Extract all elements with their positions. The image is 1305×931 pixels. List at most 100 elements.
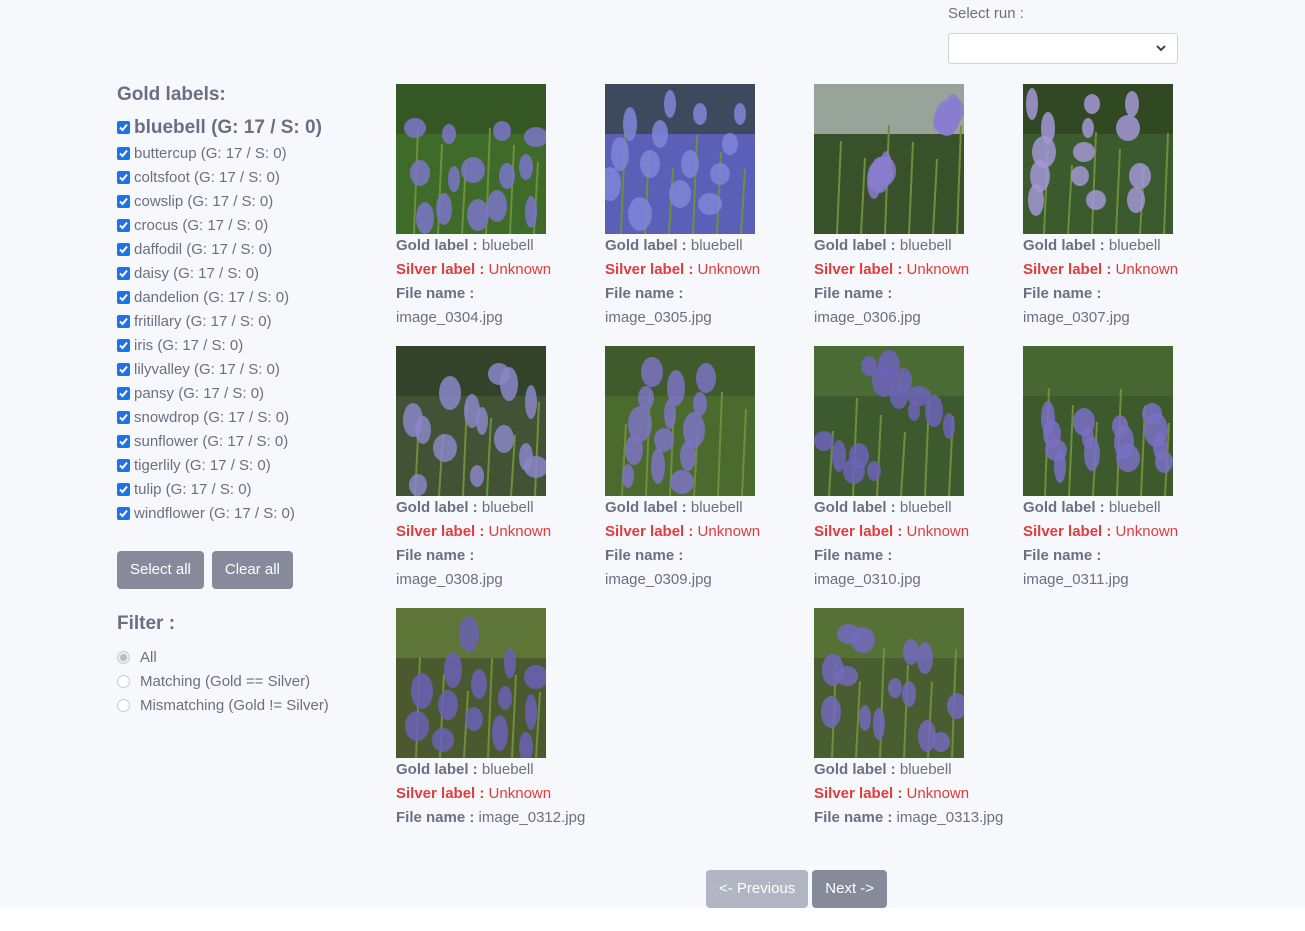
radio-button[interactable] [117,674,130,688]
file-value: image_0306.jpg [814,309,921,326]
gold-value: bluebell [899,499,952,516]
file-name-line: File name : image_0312.jpg [396,806,596,830]
image-card: Gold label : bluebell Silver label : Unk… [396,84,596,330]
card-meta: Gold label : bluebell Silver label : Unk… [1023,234,1223,330]
file-key: File name : [814,285,893,302]
label-row-coltsfoot[interactable]: coltsfoot (G: 17 / S: 0) [117,165,367,189]
label-row-sunflower[interactable]: sunflower (G: 17 / S: 0) [117,429,367,453]
filter-options: All Matching (Gold == Silver) Mismatchin… [117,645,367,717]
silver-label-line: Silver label : Unknown [396,258,596,282]
select-run-label: Select run : [948,5,1024,22]
silver-label-line: Silver label : Unknown [1023,520,1223,544]
flower-photo [396,84,546,234]
radio-button[interactable] [117,698,130,712]
gold-key: Gold label : [814,237,896,254]
checkbox[interactable] [117,338,130,352]
file-key: File name : [814,547,893,564]
label-row-snowdrop[interactable]: snowdrop (G: 17 / S: 0) [117,405,367,429]
label-text: tigerlily (G: 17 / S: 0) [134,456,271,474]
label-row-tigerlily[interactable]: tigerlily (G: 17 / S: 0) [117,453,367,477]
label-row-lilyvalley[interactable]: lilyvalley (G: 17 / S: 0) [117,357,367,381]
card-meta: Gold label : bluebell Silver label : Unk… [814,758,1014,830]
radio-label: All [140,648,157,666]
label-text: buttercup (G: 17 / S: 0) [134,144,287,162]
label-row-buttercup[interactable]: buttercup (G: 17 / S: 0) [117,141,367,165]
gold-label-list: bluebell (G: 17 / S: 0) buttercup (G: 17… [117,114,367,525]
checkbox[interactable] [117,218,130,232]
checkbox[interactable] [117,410,130,424]
flower-photo [605,346,755,496]
gold-value: bluebell [690,237,743,254]
label-row-daffodil[interactable]: daffodil (G: 17 / S: 0) [117,237,367,261]
image-card: Gold label : bluebell Silver label : Unk… [396,346,596,592]
label-row-cowslip[interactable]: cowslip (G: 17 / S: 0) [117,189,367,213]
gold-label-line: Gold label : bluebell [1023,496,1223,520]
silver-key: Silver label : [1023,523,1112,540]
radio-label: Mismatching (Gold != Silver) [140,696,329,714]
checkbox[interactable] [117,194,130,208]
checkbox[interactable] [117,242,130,256]
checkbox[interactable] [117,458,130,472]
select-all-button[interactable]: Select all [117,551,204,589]
label-text: crocus (G: 17 / S: 0) [134,216,269,234]
checkbox[interactable] [117,482,130,496]
silver-key: Silver label : [814,785,903,802]
checkbox[interactable] [117,386,130,400]
label-row-daisy[interactable]: daisy (G: 17 / S: 0) [117,261,367,285]
label-text: dandelion (G: 17 / S: 0) [134,288,290,306]
filter-mismatching[interactable]: Mismatching (Gold != Silver) [117,693,367,717]
label-row-dandelion[interactable]: dandelion (G: 17 / S: 0) [117,285,367,309]
file-value: image_0308.jpg [396,571,503,588]
filter-matching[interactable]: Matching (Gold == Silver) [117,669,367,693]
label-text: coltsfoot (G: 17 / S: 0) [134,168,280,186]
label-row-fritillary[interactable]: fritillary (G: 17 / S: 0) [117,309,367,333]
checkbox[interactable] [117,362,130,376]
file-name-line: File name : [396,282,596,306]
checkbox[interactable] [117,266,130,280]
gold-label-line: Gold label : bluebell [605,234,805,258]
checkbox[interactable] [117,314,130,328]
clear-all-button[interactable]: Clear all [211,551,293,589]
silver-key: Silver label : [396,785,485,802]
file-value: image_0311.jpg [1023,571,1129,588]
checkbox[interactable] [117,146,130,160]
gold-key: Gold label : [1023,237,1105,254]
label-text: windflower (G: 17 / S: 0) [134,504,295,522]
file-name-line: File name : [605,282,805,306]
flower-photo [814,608,964,758]
checkbox[interactable] [117,121,130,134]
label-row-iris[interactable]: iris (G: 17 / S: 0) [117,333,367,357]
label-row-windflower[interactable]: windflower (G: 17 / S: 0) [117,501,367,525]
label-text: pansy (G: 17 / S: 0) [134,384,265,402]
checkbox[interactable] [117,170,130,184]
silver-key: Silver label : [1023,261,1112,278]
label-text: lilyvalley (G: 17 / S: 0) [134,360,280,378]
label-row-tulip[interactable]: tulip (G: 17 / S: 0) [117,477,367,501]
gold-label-line: Gold label : bluebell [814,234,1014,258]
file-name-line: File name : [814,544,1014,568]
silver-value: Unknown [488,261,552,278]
flower-photo [396,346,546,496]
silver-key: Silver label : [605,261,694,278]
checkbox[interactable] [117,506,130,520]
image-card: Gold label : bluebell Silver label : Unk… [814,346,1014,592]
label-row-crocus[interactable]: crocus (G: 17 / S: 0) [117,213,367,237]
filter-all[interactable]: All [117,645,367,669]
gold-value: bluebell [481,237,534,254]
gold-label-line: Gold label : bluebell [396,496,596,520]
silver-value: Unknown [906,523,970,540]
file-name-line: File name : [1023,282,1223,306]
run-select[interactable] [948,33,1178,64]
label-row-bluebell[interactable]: bluebell (G: 17 / S: 0) [117,114,367,141]
previous-button[interactable]: <- Previous [706,870,809,908]
flower-photo [814,346,964,496]
silver-label-line: Silver label : Unknown [396,782,596,806]
checkbox[interactable] [117,434,130,448]
file-name-line: File name : [1023,544,1223,568]
silver-value: Unknown [906,785,970,802]
label-row-pansy[interactable]: pansy (G: 17 / S: 0) [117,381,367,405]
radio-button[interactable] [117,650,130,664]
silver-label-line: Silver label : Unknown [605,520,805,544]
next-button[interactable]: Next -> [812,870,888,908]
checkbox[interactable] [117,290,130,304]
